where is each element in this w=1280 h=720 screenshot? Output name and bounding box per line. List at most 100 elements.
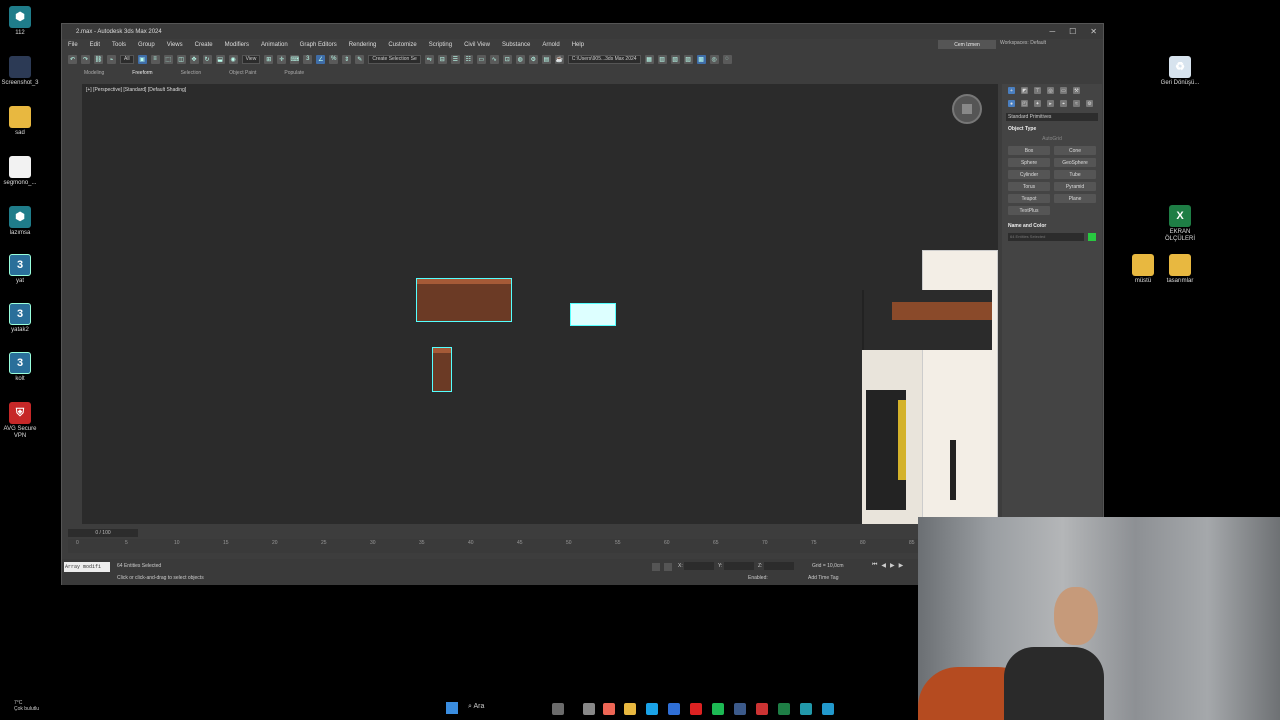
desktop-icon-recycle-bin[interactable]: ♻ Geri Dönüşü...: [1160, 56, 1200, 87]
systems-icon[interactable]: ⚙: [1086, 100, 1093, 107]
name-and-color-rollout[interactable]: Name and Color: [1002, 221, 1102, 231]
y-coordinate-field[interactable]: [724, 562, 754, 570]
cylinder-button[interactable]: Cylinder: [1008, 170, 1050, 179]
rotate-icon[interactable]: ↻: [202, 54, 212, 64]
ribbon-tab-object-paint[interactable]: Object Paint: [229, 70, 256, 76]
arnold-render-icon[interactable]: ◎: [709, 54, 719, 64]
menu-help[interactable]: Help: [572, 42, 584, 48]
play-icon[interactable]: ▶: [890, 562, 895, 569]
window-crossing-icon[interactable]: ◫: [176, 54, 186, 64]
selection-filter-dropdown[interactable]: All: [120, 54, 134, 64]
taskbar-task-view-icon[interactable]: [583, 703, 595, 715]
space-warps-icon[interactable]: ≈: [1073, 100, 1080, 107]
ribbon-tab-modeling[interactable]: Modeling: [84, 70, 104, 76]
arnold-ipr-icon[interactable]: ◌: [722, 54, 732, 64]
maxscript-listener-field[interactable]: Array modifi: [64, 562, 110, 572]
modify-tab-icon[interactable]: ◩: [1021, 87, 1028, 94]
helpers-icon[interactable]: ⌖: [1060, 100, 1067, 107]
scale-icon[interactable]: ⬓: [215, 54, 225, 64]
taskbar-widgets-icon[interactable]: [552, 703, 564, 715]
taskbar-chrome-icon[interactable]: [603, 703, 615, 715]
start-button[interactable]: [446, 702, 458, 714]
desktop-icon-lazimsa[interactable]: ⬢ lazımsa: [0, 206, 40, 237]
select-object-icon[interactable]: ▣: [137, 54, 147, 64]
viewport-label[interactable]: [+] [Perspective] [Standard] [Default Sh…: [86, 87, 186, 93]
perspective-viewport[interactable]: [+] [Perspective] [Standard] [Default Sh…: [82, 84, 998, 524]
ribbon-tab-freeform[interactable]: Freeform: [132, 70, 152, 76]
cone-button[interactable]: Cone: [1054, 146, 1096, 155]
desktop-icon-segmono[interactable]: segmono_...: [0, 156, 40, 187]
select-by-name-icon[interactable]: ≡: [150, 54, 160, 64]
spinner-snap-icon[interactable]: ⇕: [342, 54, 352, 64]
menu-create[interactable]: Create: [195, 42, 213, 48]
autogrid-checkbox[interactable]: AutoGrid: [1002, 134, 1102, 144]
reference-coordinate-dropdown[interactable]: View: [241, 54, 261, 64]
isolate-icon[interactable]: [652, 563, 660, 571]
torus-button[interactable]: Torus: [1008, 182, 1050, 191]
selected-object-box-tall[interactable]: [432, 347, 452, 392]
sphere-button[interactable]: Sphere: [1008, 158, 1050, 167]
goto-start-icon[interactable]: ⏮: [872, 562, 877, 569]
maximize-button[interactable]: ☐: [1069, 27, 1076, 36]
create-tab-icon[interactable]: +: [1008, 87, 1015, 94]
project-icon[interactable]: ▨: [683, 54, 693, 64]
scene-explorer-icon[interactable]: ☷: [463, 54, 473, 64]
menu-rendering[interactable]: Rendering: [349, 42, 377, 48]
tube-button[interactable]: Tube: [1054, 170, 1096, 179]
hierarchy-tab-icon[interactable]: ⊤: [1034, 87, 1041, 94]
edit-named-selection-icon[interactable]: ✎: [355, 54, 365, 64]
ribbon-tab-populate[interactable]: Populate: [284, 70, 304, 76]
align-icon[interactable]: ⊟: [437, 54, 447, 64]
desktop-icon-mustu[interactable]: müstü: [1123, 254, 1163, 285]
taskbar-3dsmax2-icon[interactable]: [822, 703, 834, 715]
link-icon[interactable]: ⛓: [94, 54, 103, 64]
desktop-icon-yatak2[interactable]: 3 yatak2: [0, 303, 40, 334]
minimize-button[interactable]: ─: [1049, 27, 1055, 36]
utilities-tab-icon[interactable]: ⚒: [1073, 87, 1080, 94]
workspaces-selector[interactable]: Workspaces: Default: [1000, 40, 1046, 46]
pyramid-button[interactable]: Pyramid: [1054, 182, 1096, 191]
geometry-icon[interactable]: ●: [1008, 100, 1015, 107]
menu-views[interactable]: Views: [167, 42, 183, 48]
plane-button[interactable]: Plane: [1054, 194, 1096, 203]
selected-object-box-white[interactable]: [570, 303, 616, 326]
desktop-icon-avg-vpn[interactable]: ⛨ AVG Secure VPN: [0, 402, 40, 440]
taskbar-opera-icon[interactable]: [690, 703, 702, 715]
box-button[interactable]: Box: [1008, 146, 1050, 155]
motion-tab-icon[interactable]: ◎: [1047, 87, 1054, 94]
object-name-input[interactable]: 64 Entities Selected: [1008, 233, 1084, 241]
menu-arnold[interactable]: Arnold: [542, 42, 559, 48]
move-icon[interactable]: ✥: [189, 54, 199, 64]
display-tab-icon[interactable]: ▭: [1060, 87, 1067, 94]
cameras-icon[interactable]: ▸: [1047, 100, 1054, 107]
search-box[interactable]: ⌕ Ara: [468, 703, 484, 711]
menu-file[interactable]: File: [68, 42, 78, 48]
close-button[interactable]: ✕: [1090, 27, 1097, 36]
menu-customize[interactable]: Customize: [388, 42, 416, 48]
unlink-icon[interactable]: ⌁: [107, 54, 116, 64]
recent-files-icon[interactable]: ▧: [670, 54, 680, 64]
lights-icon[interactable]: ✦: [1034, 100, 1041, 107]
z-coordinate-field[interactable]: [764, 562, 794, 570]
menu-scripting[interactable]: Scripting: [429, 42, 452, 48]
curve-editor-icon[interactable]: ∿: [489, 54, 499, 64]
x-coordinate-field[interactable]: [684, 562, 714, 570]
taskbar-spotify-icon[interactable]: [712, 703, 724, 715]
desktop-icon-yat[interactable]: 3 yat: [0, 254, 40, 285]
menu-animation[interactable]: Animation: [261, 42, 288, 48]
taskbar-explorer-icon[interactable]: [624, 703, 636, 715]
mirror-icon[interactable]: ⇋: [424, 54, 434, 64]
ribbon-toggle-icon[interactable]: ▭: [476, 54, 486, 64]
menu-civil-view[interactable]: Civil View: [464, 42, 490, 48]
wardrobe-model[interactable]: [862, 250, 998, 524]
render-setup-icon[interactable]: ⚙: [528, 54, 538, 64]
object-type-rollout[interactable]: Object Type: [1002, 124, 1102, 134]
place-icon[interactable]: ◉: [228, 54, 238, 64]
named-selection-sets-dropdown[interactable]: Create Selection Se: [368, 54, 421, 64]
teapot-button[interactable]: Teapot: [1008, 194, 1050, 203]
material-editor-icon[interactable]: ◍: [515, 54, 525, 64]
angle-snap-icon[interactable]: ∠: [316, 54, 326, 64]
active-viewport-icon[interactable]: ▩: [696, 54, 706, 64]
viewcube-icon[interactable]: [952, 94, 982, 124]
time-slider[interactable]: 0 / 100: [68, 529, 138, 537]
